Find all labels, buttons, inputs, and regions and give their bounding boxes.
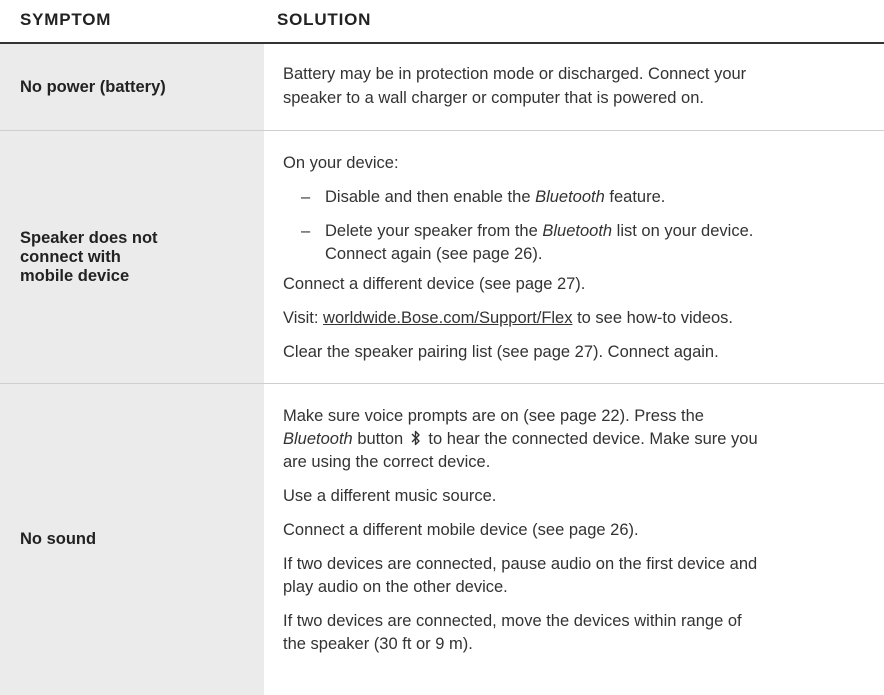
bullet-dash: –	[301, 222, 311, 240]
solution-line: Use a different music source.	[283, 487, 497, 505]
text-run: button	[352, 430, 408, 448]
bluetooth-icon	[411, 430, 420, 446]
support-link[interactable]: worldwide.Bose.com/Support/Flex	[323, 309, 572, 327]
symptom-text: No power (battery)	[20, 77, 166, 96]
solution-line: Battery may be in protection mode or dis…	[283, 65, 747, 83]
text-run: to hear the connected device. Make sure …	[423, 430, 758, 448]
symptom-cell: No sound	[0, 384, 264, 695]
visit-line: Visit: worldwide.Bose.com/Support/Flex t…	[283, 308, 733, 329]
solution-line: play audio on the other device.	[283, 578, 508, 596]
text-run: Delete your speaker from the	[325, 222, 543, 240]
bullet-dash: –	[301, 188, 311, 206]
solution-column-header: SOLUTION	[277, 10, 372, 29]
solution-line: the speaker (30 ft or 9 m).	[283, 635, 473, 653]
solution-line: Connect a different mobile device (see p…	[283, 521, 639, 539]
text-run-italic: Bluetooth	[283, 430, 353, 448]
symptom-text-line: mobile device	[20, 266, 130, 285]
table-header: SYMPTOM SOLUTION	[0, 0, 884, 44]
troubleshooting-table: SYMPTOM SOLUTION No power (battery) Batt…	[0, 0, 884, 695]
solution-line: If two devices are connected, move the d…	[283, 612, 742, 630]
text-run-italic: Bluetooth	[535, 188, 605, 206]
symptom-column-header: SYMPTOM	[20, 10, 112, 29]
solution-line: Make sure voice prompts are on (see page…	[283, 407, 704, 425]
table-row-no-connect: Speaker does not connect with mobile dev…	[0, 131, 884, 384]
bullet-text: Delete your speaker from the Bluetooth l…	[325, 221, 753, 242]
text-run-italic: Bluetooth	[542, 222, 613, 240]
symptom-text: Speaker does not connect with mobile dev…	[20, 229, 158, 286]
symptom-cell: Speaker does not connect with mobile dev…	[0, 131, 264, 383]
on-device-label: On your device:	[283, 154, 399, 172]
solution-line: are using the correct device.	[283, 453, 491, 471]
symptom-text-line: Speaker does not	[20, 228, 158, 247]
text-run: to see how-to videos.	[572, 309, 734, 327]
solution-line: If two devices are connected, pause audi…	[283, 555, 758, 573]
bullet-text: Disable and then enable the Bluetooth fe…	[325, 187, 665, 208]
solution-line: Bluetooth button to hear the connected d…	[283, 429, 758, 450]
text-run: feature.	[604, 188, 666, 206]
text-run: Visit:	[283, 309, 324, 327]
bullet-continuation: Connect again (see page 26).	[325, 245, 543, 263]
symptom-text: No sound	[20, 530, 97, 548]
solution-line: speaker to a wall charger or computer th…	[283, 89, 704, 107]
solution-line: Connect a different device (see page 27)…	[283, 275, 586, 293]
text-run: Disable and then enable the	[325, 188, 536, 206]
solution-line: Clear the speaker pairing list (see page…	[283, 343, 719, 361]
table-row-no-sound: No sound Make sure voice prompts are on …	[0, 384, 884, 695]
symptom-text-line: connect with	[20, 247, 121, 266]
text-run: list on your device.	[612, 222, 754, 240]
symptom-cell: No power (battery)	[0, 44, 264, 130]
table-row-no-power: No power (battery) Battery may be in pro…	[0, 44, 884, 131]
